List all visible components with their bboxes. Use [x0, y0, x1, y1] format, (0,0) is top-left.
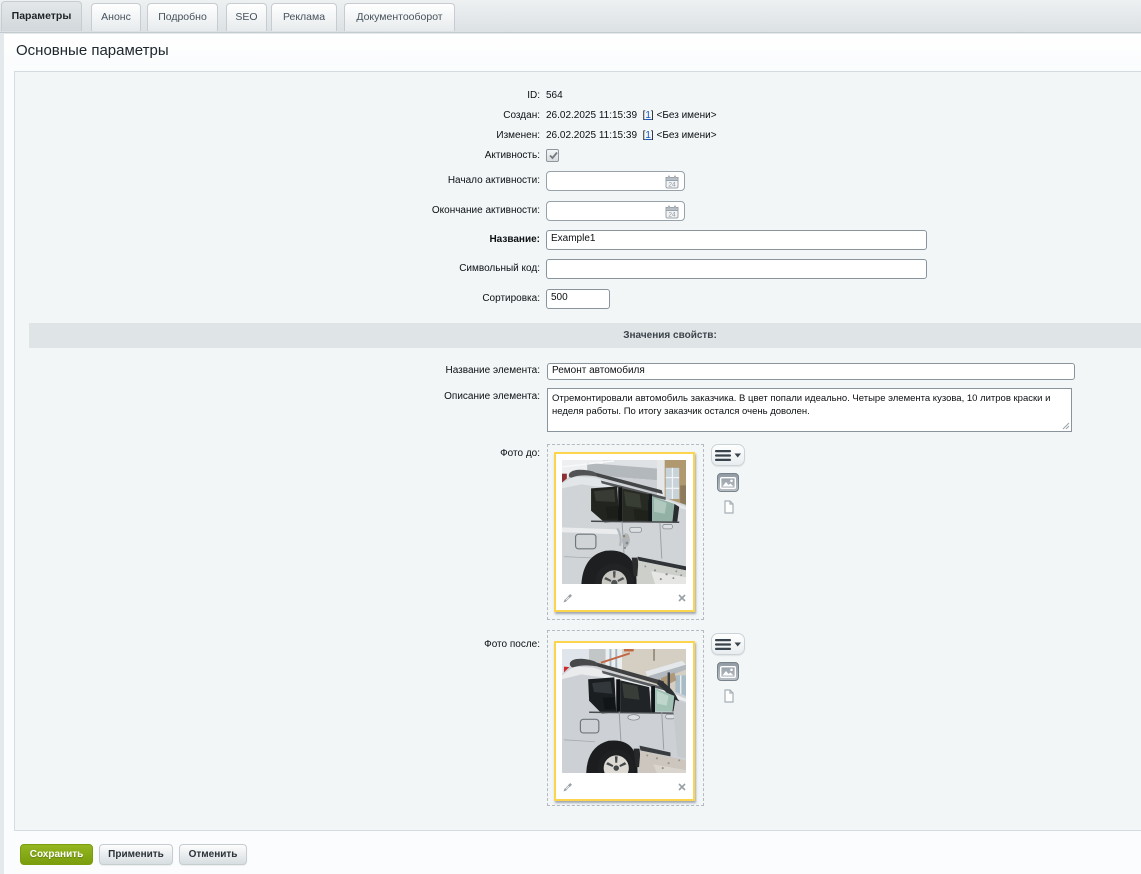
svg-text:24: 24	[668, 182, 676, 189]
svg-text:24: 24	[668, 212, 676, 219]
